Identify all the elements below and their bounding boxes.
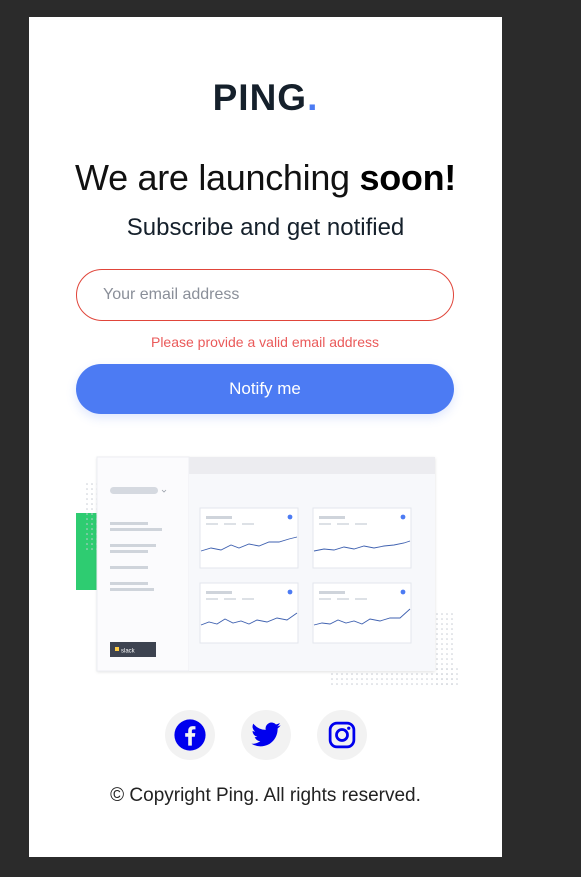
instagram-icon (328, 721, 355, 749)
instagram-link[interactable] (316, 710, 367, 760)
landing-card: PING. We are launching soon! Subscribe a… (29, 17, 502, 857)
ping-logo: PING. (29, 77, 502, 119)
slack-badge-label: slack (121, 649, 136, 655)
chart-card-1 (199, 507, 299, 569)
copyright-text: © Copyright Ping. All rights reserved. (110, 785, 421, 806)
twitter-icon (250, 722, 281, 747)
social-links (29, 710, 502, 760)
email-error-message: Please provide a valid email address (150, 334, 379, 350)
chart-card-2 (312, 507, 412, 569)
email-field[interactable] (76, 269, 454, 321)
notify-button[interactable]: Notify me (76, 364, 454, 414)
facebook-link[interactable] (164, 710, 215, 760)
dashboard-illustration: slack (76, 456, 458, 685)
subheading: Subscribe and get notified (126, 214, 405, 241)
logo-text: PING (212, 77, 308, 118)
twitter-link[interactable] (240, 710, 291, 760)
facebook-icon (173, 719, 206, 751)
logo-dot: . (307, 77, 319, 118)
chart-card-4 (312, 582, 412, 644)
headline-normal: We are launching (75, 157, 360, 198)
email-input[interactable] (77, 270, 453, 320)
page-title: We are launching soon! (29, 157, 502, 199)
chart-card-3 (199, 582, 299, 644)
headline-bold: soon! (359, 157, 456, 198)
